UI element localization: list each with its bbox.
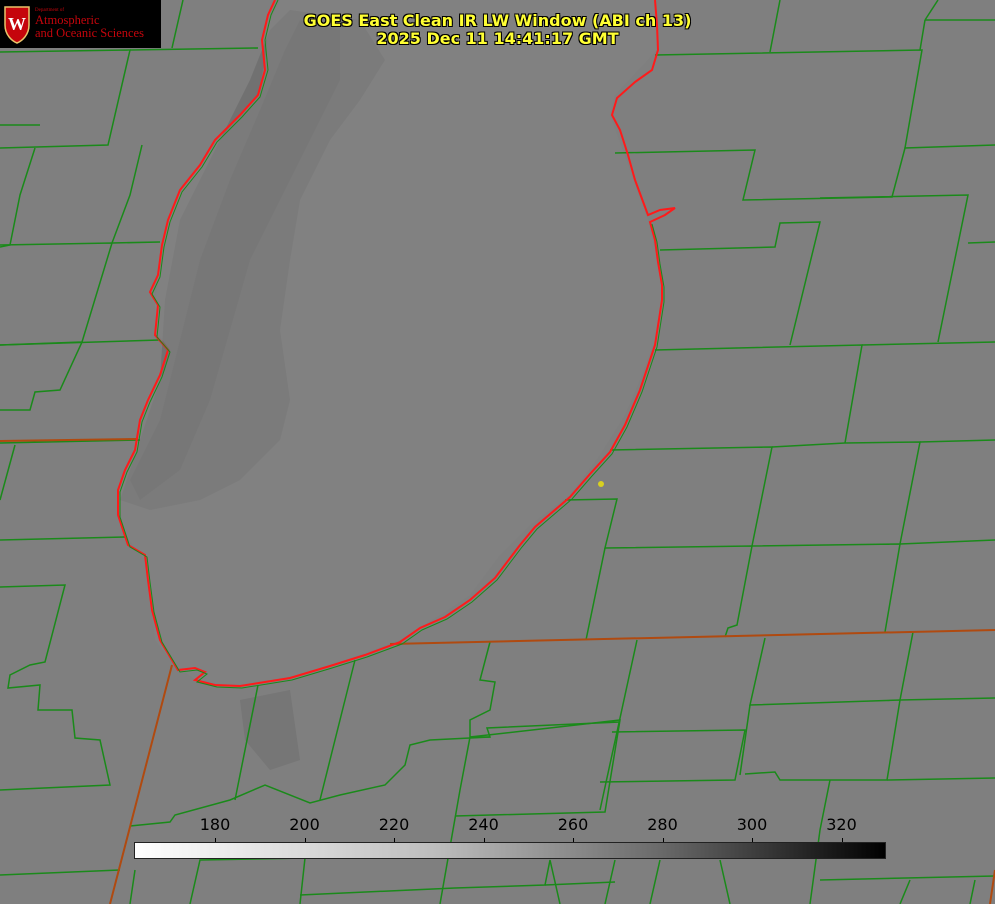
image-timestamp: 2025 Dec 11 14:41:17 GMT [376,29,619,48]
colorbar-tick-mark [394,838,395,842]
colorbar [134,842,886,859]
colorbar-tick-mark [573,838,574,842]
image-title: GOES East Clean IR LW Window (ABI ch 13) [303,11,692,30]
colorbar-tick-label: 280 [647,815,678,834]
colorbar-tick-label: 180 [199,815,231,834]
colorbar-tick-mark [215,838,216,842]
station-marker [598,481,604,487]
colorbar-tick-mark [752,838,753,842]
colorbar-tick-label: 220 [378,815,410,834]
colorbar-tick-label: 260 [557,815,589,834]
colorbar-tick-label: 200 [289,815,320,834]
colorbar-tick-mark [483,838,485,842]
satellite-map [0,0,995,904]
colorbar-tick-label: 240 [468,815,499,834]
colorbar-tick-label: 320 [826,815,857,834]
colorbar-tick-mark [841,838,843,842]
colorbar-tick-mark [662,838,664,842]
colorbar-tick-label: 300 [736,815,768,834]
colorbar-tick-mark [304,838,306,842]
